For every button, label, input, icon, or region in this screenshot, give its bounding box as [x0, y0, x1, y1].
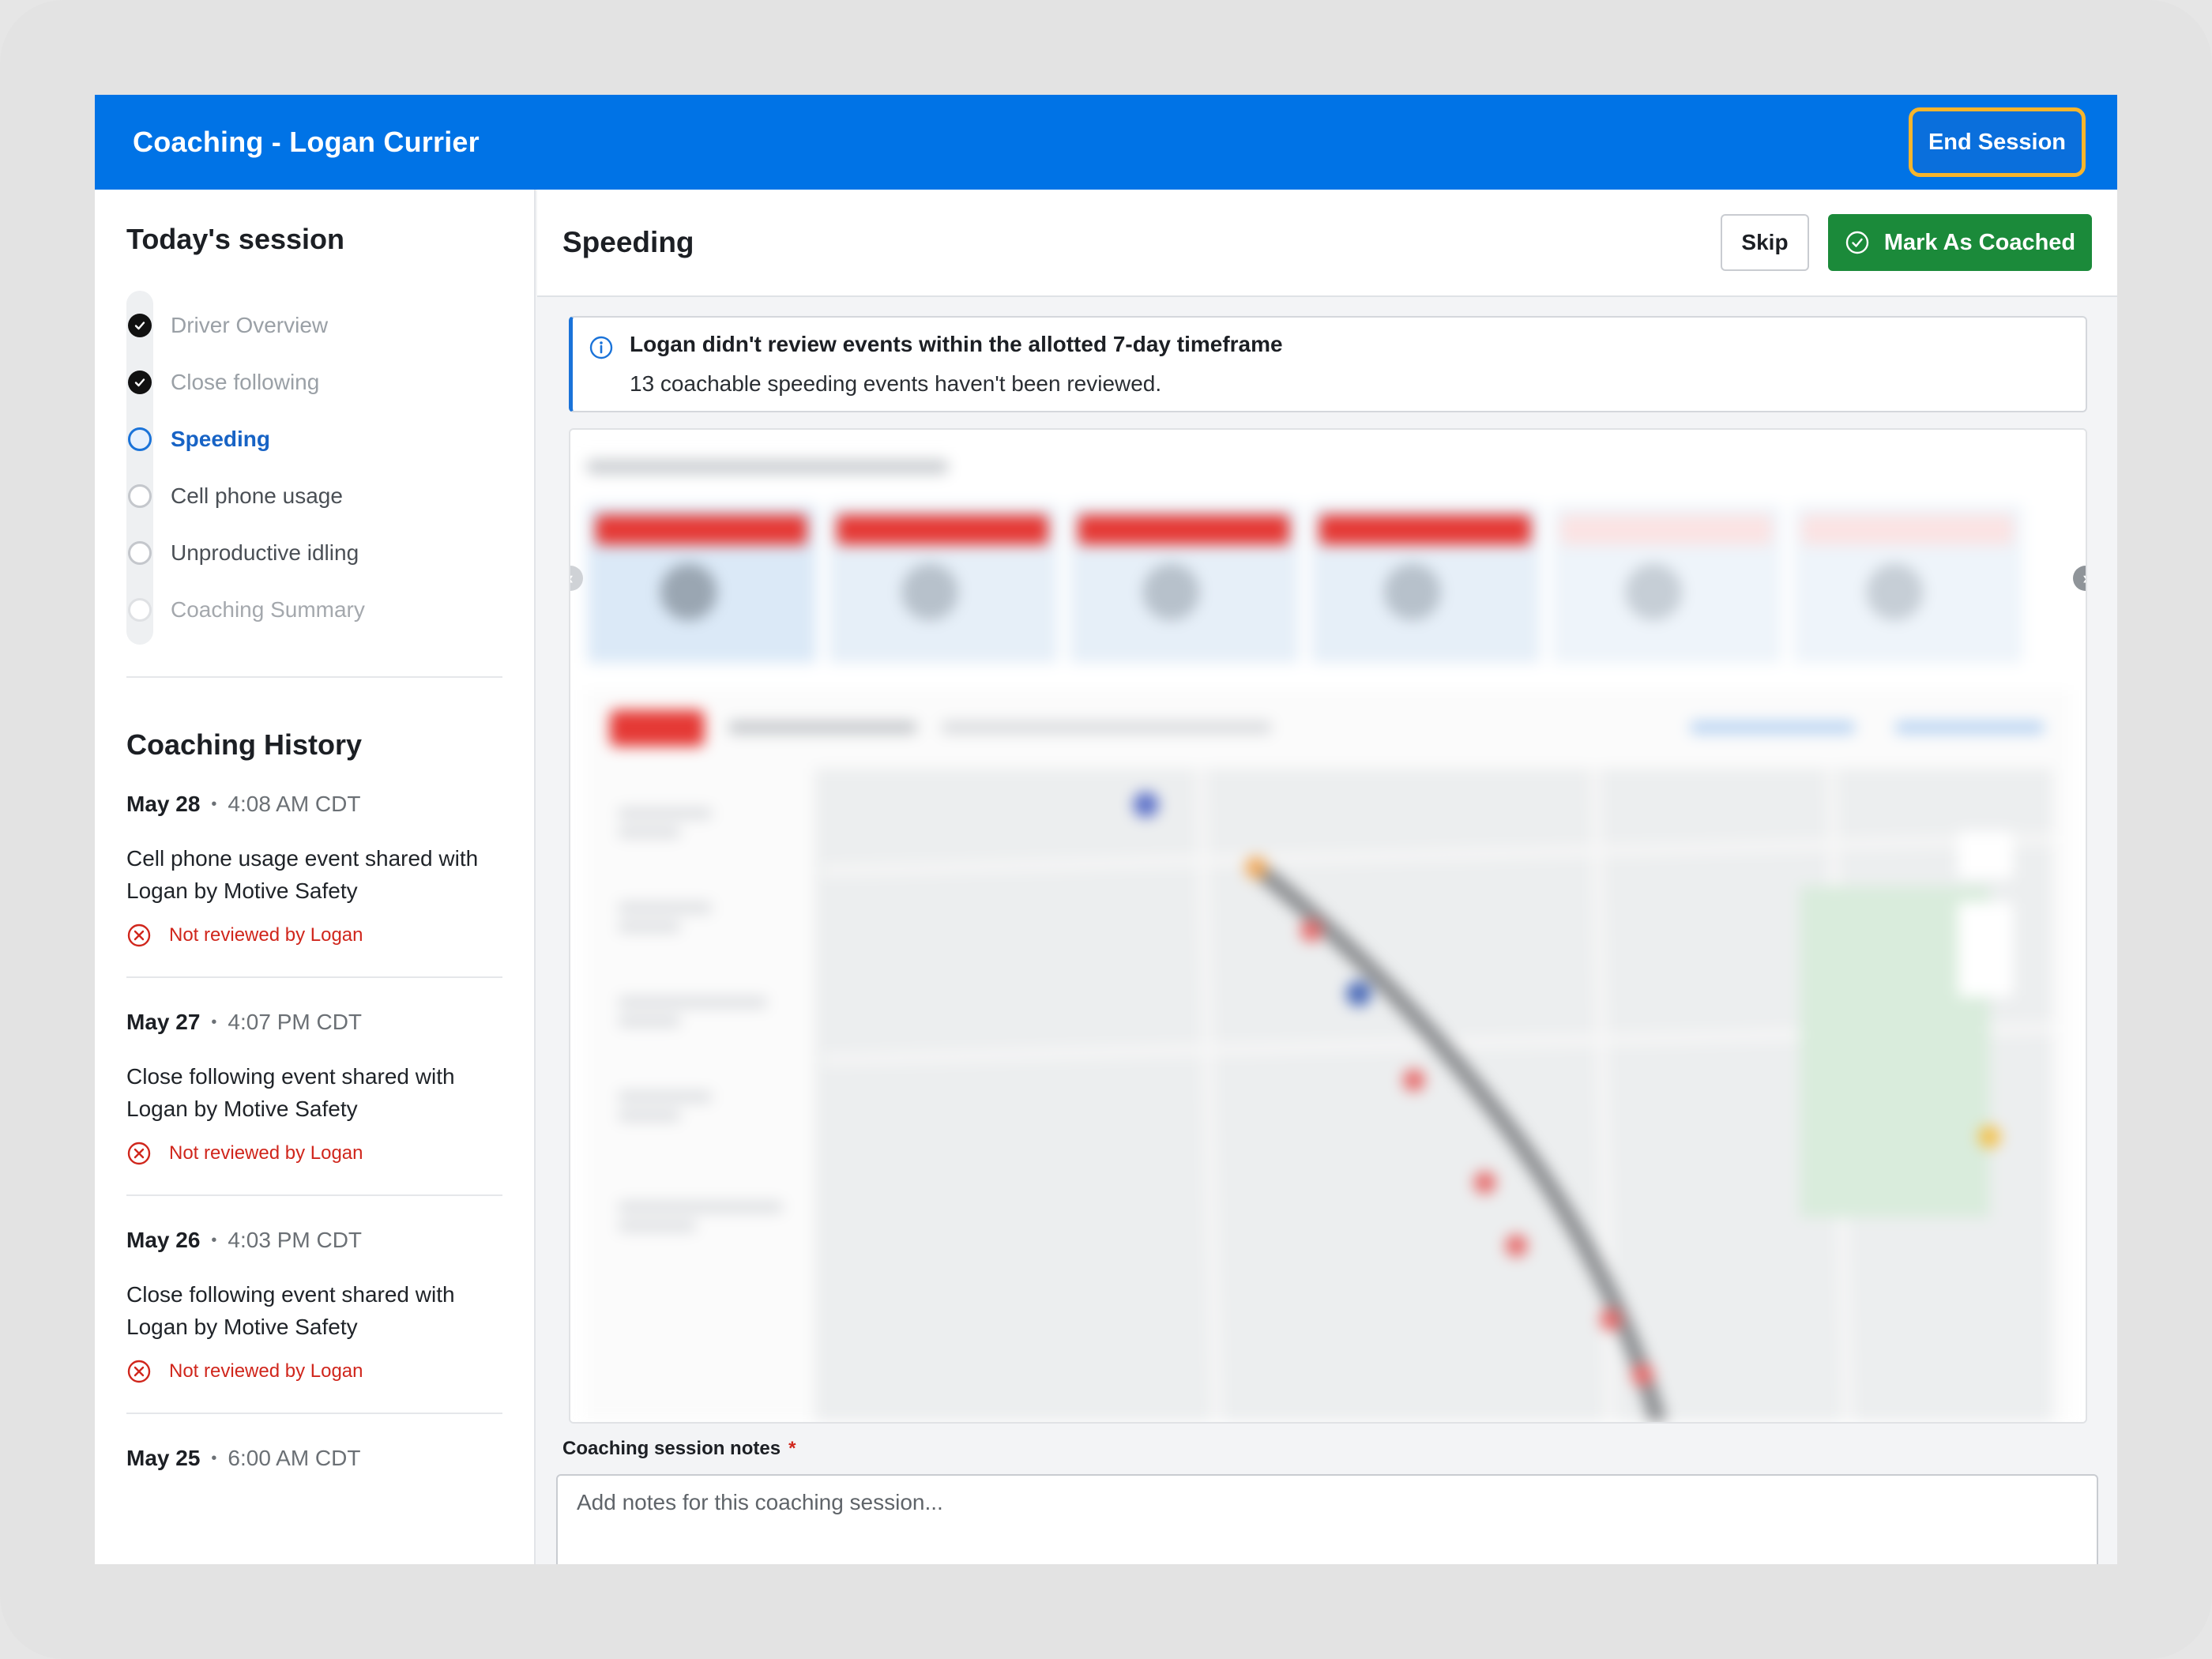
info-icon [589, 336, 613, 359]
history-item: May 26 • 4:03 PM CDT Close following eve… [126, 1196, 502, 1414]
check-icon [128, 314, 152, 337]
x-circle-icon [127, 924, 151, 947]
history-day: May 28 [126, 792, 201, 816]
x-circle-icon [127, 1142, 151, 1165]
behavior-header: Speeding Skip Mark As Coached [537, 190, 2117, 297]
history-description: Cell phone usage event shared with Logan… [126, 846, 479, 903]
section-divider [126, 676, 502, 678]
status-text: Not reviewed by Logan [169, 924, 363, 946]
notes-label-text: Coaching session notes [562, 1438, 781, 1459]
coaching-history-title: Coaching History [126, 728, 363, 761]
current-step-icon [128, 427, 152, 451]
step-label: Coaching Summary [171, 597, 365, 622]
header-actions: Skip Mark As Coached [1721, 214, 2092, 271]
history-item: May 25 • 6:00 AM CDT [126, 1414, 502, 1499]
step-label: Driver Overview [171, 313, 329, 337]
step-cell-phone-usage[interactable]: Cell phone usage [126, 468, 502, 525]
history-item: May 28 • 4:08 AM CDT Cell phone usage ev… [126, 762, 502, 978]
step-label: Speeding [171, 427, 271, 451]
status-text: Not reviewed by Logan [169, 1142, 363, 1164]
step-speeding[interactable]: Speeding [126, 411, 502, 468]
history-description: Close following event shared with Logan … [126, 1064, 455, 1121]
history-time: 4:08 AM CDT [228, 792, 361, 816]
blurred-event-content [570, 430, 2086, 1422]
end-session-button[interactable]: End Session [1909, 107, 2086, 177]
check-circle-icon [1845, 231, 1869, 254]
sidebar: Today's session Driver Overview Close fo… [95, 190, 536, 1564]
dot-separator: • [211, 1449, 217, 1467]
history-time: 4:07 PM CDT [228, 1010, 363, 1034]
top-bar: Coaching - Logan Currier End Session [95, 95, 2117, 190]
page-title: Coaching - Logan Currier [133, 126, 480, 158]
pending-step-icon [128, 484, 152, 508]
dot-separator: • [211, 795, 217, 813]
notes-section: Coaching session notes * [537, 1424, 2117, 1564]
history-date: May 26 • 4:03 PM CDT [126, 1228, 502, 1253]
history-status: Not reviewed by Logan [126, 923, 502, 948]
history-day: May 26 [126, 1228, 201, 1252]
history-date: May 27 • 4:07 PM CDT [126, 1010, 502, 1035]
step-label: Unproductive idling [171, 540, 359, 565]
history-item: May 27 • 4:07 PM CDT Close following eve… [126, 978, 502, 1196]
step-close-following[interactable]: Close following [126, 354, 502, 411]
history-time: 6:00 AM CDT [228, 1446, 361, 1470]
behavior-title: Speeding [562, 226, 694, 258]
mark-as-coached-label: Mark As Coached [1883, 229, 2076, 255]
coaching-app: Coaching - Logan Currier End Session Tod… [95, 95, 2117, 1564]
session-steps: Driver Overview Close following Speeding… [126, 291, 502, 645]
mark-as-coached-button[interactable]: Mark As Coached [1828, 214, 2092, 271]
dot-separator: • [211, 1231, 217, 1249]
main-panel: Speeding Skip Mark As Coached Logan didn… [537, 190, 2117, 1564]
session-title: Today's session [126, 223, 344, 255]
step-label: Close following [171, 370, 320, 394]
review-alert: Logan didn't review events within the al… [569, 316, 2087, 412]
history-date: May 28 • 4:08 AM CDT [126, 792, 502, 817]
status-text: Not reviewed by Logan [169, 1360, 363, 1382]
check-icon [128, 371, 152, 394]
history-status: Not reviewed by Logan [126, 1359, 502, 1384]
pending-step-icon [128, 541, 152, 565]
pending-step-icon [128, 598, 152, 622]
required-mark: * [788, 1438, 796, 1459]
notes-label: Coaching session notes * [562, 1438, 796, 1460]
history-description: Close following event shared with Logan … [126, 1282, 455, 1339]
screen-frame: Coaching - Logan Currier End Session Tod… [0, 0, 2212, 1659]
skip-button[interactable]: Skip [1721, 214, 1809, 271]
history-status: Not reviewed by Logan [126, 1141, 502, 1166]
step-label: Cell phone usage [171, 483, 343, 508]
step-coaching-summary[interactable]: Coaching Summary [126, 581, 502, 638]
coaching-notes-input[interactable] [556, 1474, 2098, 1564]
dot-separator: • [211, 1013, 217, 1031]
alert-body: 13 coachable speeding events haven't bee… [630, 371, 1162, 396]
x-circle-icon [127, 1360, 151, 1383]
history-day: May 25 [126, 1446, 201, 1470]
step-driver-overview[interactable]: Driver Overview [126, 297, 502, 354]
history-time: 4:03 PM CDT [228, 1228, 363, 1252]
history-day: May 27 [126, 1010, 201, 1034]
alert-title: Logan didn't review events within the al… [630, 332, 1283, 356]
history-date: May 25 • 6:00 AM CDT [126, 1446, 502, 1471]
step-unproductive-idling[interactable]: Unproductive idling [126, 525, 502, 581]
event-viewer: ‹ › [569, 428, 2087, 1424]
